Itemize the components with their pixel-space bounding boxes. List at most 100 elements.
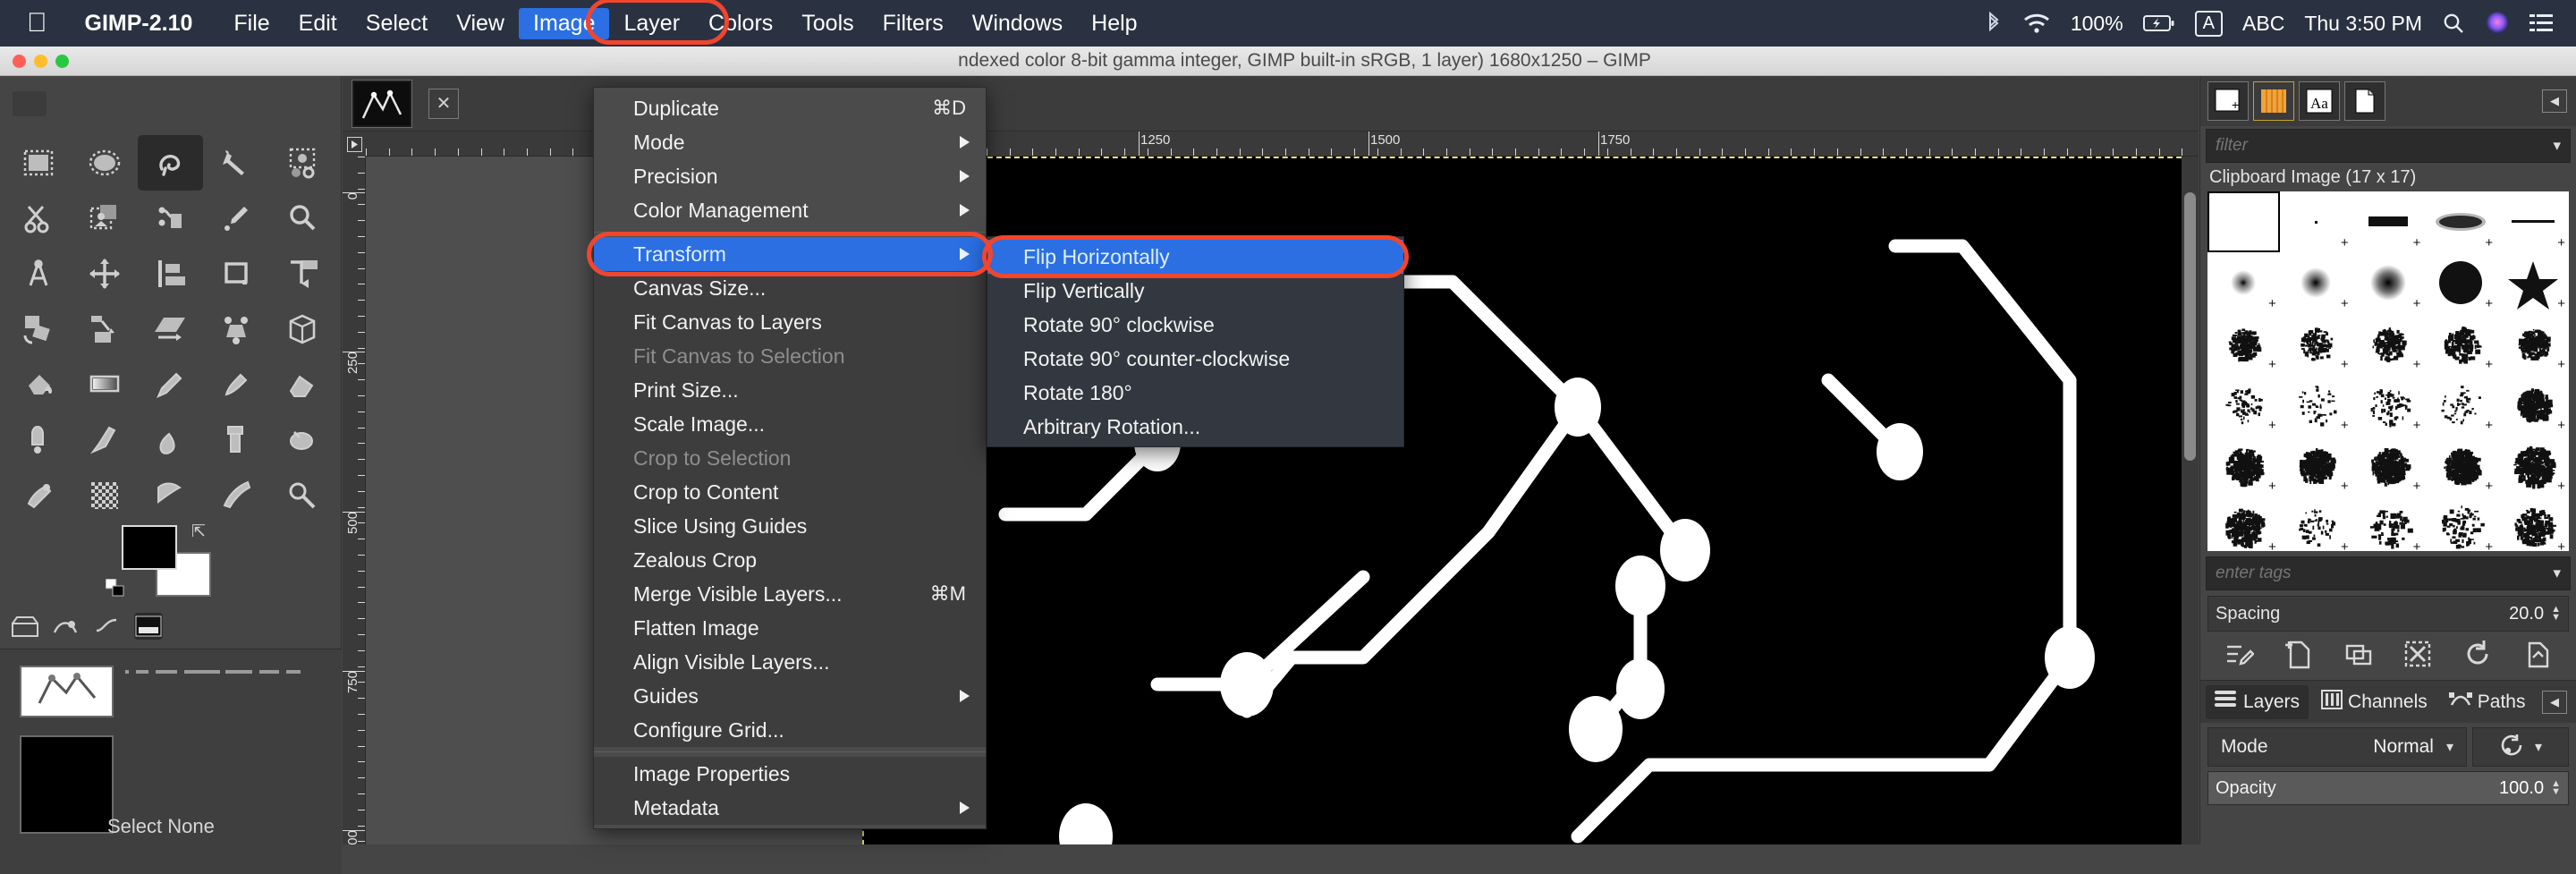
- duplicate-brush-icon[interactable]: [2343, 639, 2374, 674]
- tool-smudge-tool[interactable]: [138, 468, 204, 523]
- brush-item[interactable]: +: [2424, 374, 2496, 435]
- tool-blur-sharpen-tool[interactable]: [72, 468, 138, 523]
- brush-item[interactable]: +: [2352, 374, 2425, 435]
- tool-mypaint-brush-tool[interactable]: [138, 412, 204, 468]
- refresh-brushes-icon[interactable]: [2462, 639, 2493, 674]
- brush-grid[interactable]: +++++++++++++++++++++++++++++++++: [2207, 191, 2569, 551]
- tool-bucket-fill-tool[interactable]: [5, 357, 72, 412]
- image-tab-thumbnail[interactable]: [352, 79, 412, 128]
- layer-opacity-row[interactable]: Opacity 100.0 ▲ ▼: [2207, 771, 2569, 805]
- menubar-item-windows[interactable]: Windows: [958, 8, 1077, 39]
- active-image-thumbnail[interactable]: [134, 613, 163, 640]
- tool-pencil-tool[interactable]: [138, 357, 204, 412]
- menubar-app-name[interactable]: GIMP-2.10: [71, 8, 208, 39]
- brush-spacing-row[interactable]: Spacing 20.0 ▲ ▼: [2207, 596, 2569, 632]
- tool-ink-tool[interactable]: [72, 412, 138, 468]
- brush-item[interactable]: +: [2207, 252, 2280, 313]
- menubar-clock[interactable]: Thu 3:50 PM: [2304, 12, 2422, 36]
- spacing-value[interactable]: 20.0: [2509, 604, 2544, 624]
- tool-shear-tool[interactable]: [138, 301, 204, 357]
- tool-eraser-tool[interactable]: [269, 357, 335, 412]
- wifi-icon[interactable]: [2022, 12, 2051, 35]
- tool-alignment-tool[interactable]: [138, 246, 204, 301]
- foreground-color-swatch[interactable]: [122, 525, 177, 570]
- menubar-item-layer[interactable]: Layer: [609, 8, 694, 39]
- brush-filter-input[interactable]: [2216, 136, 2554, 156]
- brush-item[interactable]: +: [2424, 313, 2496, 374]
- brush-indicator-icon[interactable]: [11, 613, 39, 640]
- window-traffic-lights[interactable]: [0, 54, 69, 68]
- chevron-down-icon[interactable]: ▾: [2553, 564, 2561, 582]
- transform-submenu[interactable]: Flip Horizontally Flip Vertically Rotate 9…: [987, 236, 1404, 447]
- brush-item[interactable]: +: [2496, 374, 2569, 435]
- menubar-item-select[interactable]: Select: [352, 8, 442, 39]
- brush-item[interactable]: [2207, 191, 2280, 252]
- tool-dodge-burn-tool[interactable]: [203, 468, 269, 523]
- menubar-item-colors[interactable]: Colors: [694, 8, 787, 39]
- tool-rotate-tool[interactable]: [5, 301, 72, 357]
- dock-menu-icon[interactable]: ◀: [2542, 89, 2567, 113]
- brush-tags-input[interactable]: [2216, 564, 2554, 583]
- chevron-down-icon[interactable]: ▾: [2535, 738, 2542, 756]
- tool-perspective-tool[interactable]: [203, 301, 269, 357]
- tab-paths[interactable]: Paths: [2440, 685, 2535, 719]
- menu-item-merge-visible-layers[interactable]: Merge Visible Layers... ⌘M: [594, 577, 986, 611]
- canvas-vertical-scrollbar[interactable]: [2182, 157, 2199, 844]
- tool-ellipse-select-tool[interactable]: [72, 135, 138, 191]
- swap-colors-icon[interactable]: ⇱: [191, 522, 206, 542]
- brush-item[interactable]: +: [2352, 435, 2425, 496]
- menu-item-align-visible-layers[interactable]: Align Visible Layers...: [594, 645, 986, 679]
- delete-brush-icon[interactable]: [2402, 639, 2433, 674]
- menubar-item-tools[interactable]: Tools: [787, 8, 868, 39]
- menu-item-zealous-crop[interactable]: Zealous Crop: [594, 543, 986, 577]
- bluetooth-icon[interactable]: [1985, 11, 2003, 36]
- tool-scale-tool[interactable]: [72, 301, 138, 357]
- submenu-item-arbitrary-rotation[interactable]: Arbitrary Rotation...: [987, 410, 1403, 444]
- menu-item-print-size[interactable]: Print Size...: [594, 373, 986, 407]
- zoom-button[interactable]: [55, 54, 69, 68]
- layer-thumbnail[interactable]: [20, 735, 114, 834]
- menu-item-fit-canvas-to-layers[interactable]: Fit Canvas to Layers: [594, 305, 986, 339]
- layer-mode-extra[interactable]: ▾: [2472, 727, 2569, 767]
- fonts-tab[interactable]: Aa: [2299, 81, 2340, 121]
- input-source-label[interactable]: ABC: [2242, 12, 2284, 36]
- brush-item[interactable]: +: [2496, 435, 2569, 496]
- undo-history-thumbnail[interactable]: [20, 666, 114, 717]
- tool-foreground-select-tool[interactable]: [72, 191, 138, 246]
- layer-mode-selector[interactable]: Mode Normal ▾: [2207, 727, 2467, 767]
- brush-item[interactable]: +: [2280, 435, 2352, 496]
- submenu-item-flip-vertically[interactable]: Flip Vertically: [987, 274, 1403, 308]
- tool-move-tool[interactable]: [72, 246, 138, 301]
- pattern-indicator-icon[interactable]: [52, 613, 80, 640]
- menu-item-guides[interactable]: Guides: [594, 679, 986, 713]
- spacing-stepper[interactable]: ▲ ▼: [2551, 605, 2561, 623]
- tool-scissors-select-tool[interactable]: [5, 191, 72, 246]
- document-history-tab[interactable]: [2344, 81, 2385, 121]
- menu-item-slice-using-guides[interactable]: Slice Using Guides: [594, 509, 986, 543]
- chevron-down-icon[interactable]: ▾: [2446, 738, 2453, 756]
- tool-3d-transform-tool[interactable]: [269, 301, 335, 357]
- tool-measure-tool[interactable]: [5, 246, 72, 301]
- battery-charging-icon[interactable]: [2142, 14, 2175, 32]
- vertical-ruler[interactable]: 02505007501000: [343, 157, 366, 844]
- tool-fuzzy-select-tool[interactable]: [203, 135, 269, 191]
- tool-perspective-clone-tool[interactable]: [5, 468, 72, 523]
- mode-value[interactable]: Normal: [2373, 736, 2434, 758]
- brush-item[interactable]: +: [2280, 313, 2352, 374]
- menu-item-configure-grid[interactable]: Configure Grid...: [594, 713, 986, 747]
- tab-layers[interactable]: Layers: [2206, 684, 2309, 719]
- tool-gradient-tool[interactable]: [72, 357, 138, 412]
- brush-item[interactable]: +: [2280, 191, 2352, 252]
- tool-color-picker-tool[interactable]: [203, 191, 269, 246]
- menu-item-color-management[interactable]: Color Management: [594, 193, 986, 227]
- brush-item[interactable]: +: [2280, 496, 2352, 551]
- tool-zoom-tool[interactable]: [269, 191, 335, 246]
- brush-item[interactable]: +: [2424, 496, 2496, 551]
- brush-item[interactable]: +: [2280, 374, 2352, 435]
- tool-select-by-color-tool[interactable]: [269, 135, 335, 191]
- gradient-indicator-icon[interactable]: [93, 613, 122, 640]
- layers-dock-menu-icon[interactable]: ◀: [2542, 690, 2567, 714]
- tab-channels[interactable]: Channels: [2312, 685, 2436, 719]
- brush-item[interactable]: +: [2496, 252, 2569, 313]
- brush-tags-bar[interactable]: ▾: [2206, 556, 2571, 590]
